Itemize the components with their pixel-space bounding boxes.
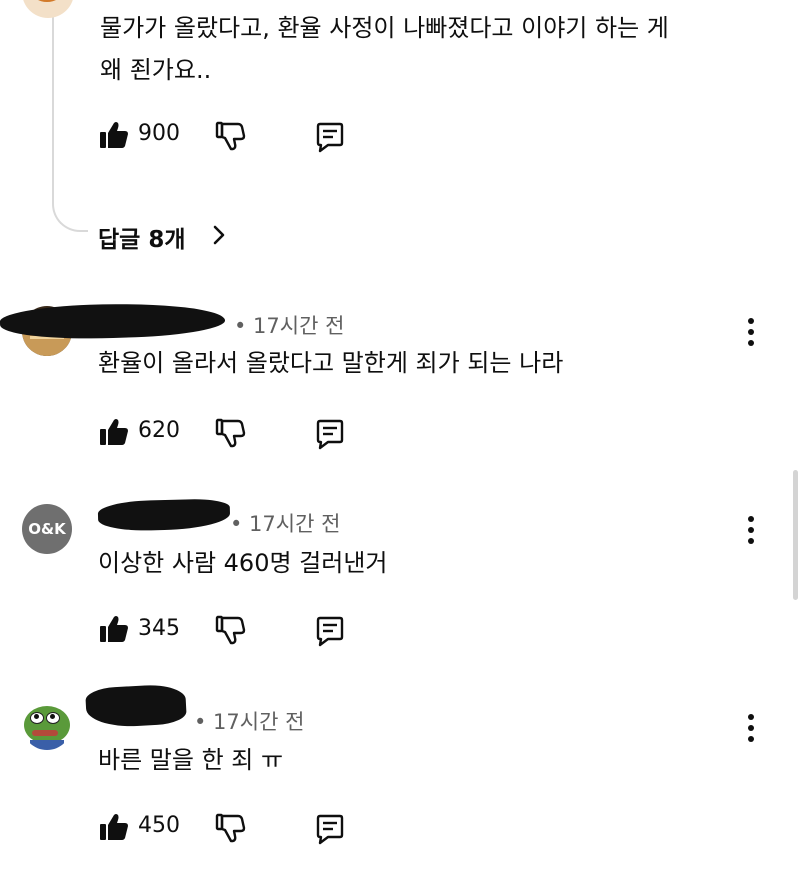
comment-icon[interactable] <box>314 813 346 845</box>
thumbs-down-icon[interactable] <box>214 812 246 844</box>
like-count: 345 <box>138 616 180 641</box>
comment-text: 이상한 사람 460명 걸러낸거 <box>98 549 388 577</box>
redacted-username <box>85 683 187 729</box>
comment-timestamp: • 17시간 전 <box>230 512 341 536</box>
avatar-initials: O&K <box>28 520 66 538</box>
comment-text: 환율이 올라서 올랐다고 말한게 죄가 되는 나라 <box>98 349 564 377</box>
comment-timestamp: • 17시간 전 <box>194 710 305 734</box>
scrollbar[interactable] <box>793 470 798 600</box>
comment-text: 물가가 올랐다고, 환율 사정이 나빠졌다고 이야기 하는 게 <box>100 14 669 42</box>
comment-timestamp: • 17시간 전 <box>234 314 345 338</box>
chevron-right-icon[interactable] <box>210 224 228 246</box>
thumbs-up-icon[interactable] <box>98 416 130 448</box>
thumbs-down-icon[interactable] <box>214 614 246 646</box>
redacted-username <box>97 498 231 532</box>
like-count: 900 <box>138 121 180 146</box>
comment-icon[interactable] <box>314 418 346 450</box>
comment-icon[interactable] <box>314 615 346 647</box>
more-vertical-icon[interactable] <box>746 714 756 744</box>
thread-connector-line <box>52 0 88 232</box>
thumbs-up-icon[interactable] <box>98 811 130 843</box>
thumbs-up-icon[interactable] <box>98 613 130 645</box>
like-count: 620 <box>138 418 180 443</box>
comment-icon[interactable] <box>314 121 346 153</box>
comment-text: 바른 말을 한 죄 ㅠ <box>98 746 284 774</box>
more-vertical-icon[interactable] <box>746 516 756 546</box>
thumbs-down-icon[interactable] <box>214 417 246 449</box>
thumbs-up-icon[interactable] <box>98 119 130 151</box>
replies-label: 답글 8개 <box>98 227 186 253</box>
like-count: 450 <box>138 813 180 838</box>
thumbs-down-icon[interactable] <box>214 120 246 152</box>
more-vertical-icon[interactable] <box>746 318 756 348</box>
avatar <box>22 700 72 750</box>
avatar: O&K <box>22 504 72 554</box>
comment-text: 왜 죈가요.. <box>100 56 212 84</box>
redacted-username <box>0 300 226 342</box>
replies-button[interactable]: 답글 8개 <box>98 220 186 254</box>
